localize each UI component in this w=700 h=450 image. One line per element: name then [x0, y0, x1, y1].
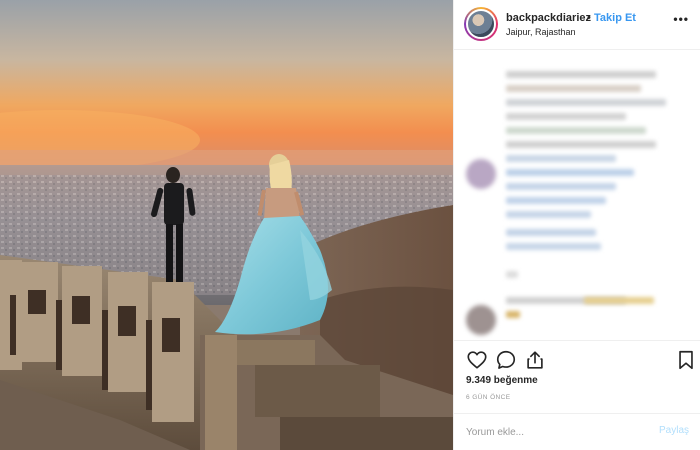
blurred-comments — [454, 51, 700, 341]
comment-bubble-icon[interactable] — [495, 349, 517, 371]
post-header: backpackdiariez • Takip Et Jaipur, Rajas… — [454, 0, 700, 50]
blurred-text — [506, 99, 666, 106]
comment-input[interactable] — [466, 424, 646, 440]
blurred-text — [506, 169, 634, 176]
more-dots-icon[interactable]: ••• — [673, 12, 689, 26]
likes-count[interactable]: 9.349 beğenme — [466, 375, 538, 386]
blurred-text — [506, 113, 626, 120]
heart-icon[interactable] — [466, 349, 488, 371]
blurred-text — [506, 211, 591, 218]
blurred-text — [506, 183, 616, 190]
post-timestamp: 6 GÜN ÖNCE — [466, 394, 511, 401]
post-comment-button[interactable]: Paylaş — [659, 425, 689, 436]
bookmark-icon[interactable] — [675, 349, 697, 371]
location-link[interactable]: Jaipur, Rajasthan — [506, 27, 576, 37]
separator-dot: • — [587, 12, 591, 24]
blurred-text — [506, 229, 596, 236]
blurred-text — [506, 311, 520, 318]
blurred-text — [506, 141, 656, 148]
blurred-avatar — [466, 159, 496, 189]
share-icon[interactable] — [524, 349, 546, 371]
blurred-text — [506, 71, 656, 78]
blurred-text — [506, 243, 601, 250]
blurred-text — [506, 127, 646, 134]
user-avatar[interactable] — [464, 7, 498, 41]
post-photo[interactable] — [0, 0, 453, 450]
blurred-text — [584, 297, 654, 304]
action-bar — [454, 340, 700, 380]
blurred-text — [506, 271, 518, 278]
post-side-panel: backpackdiariez • Takip Et Jaipur, Rajas… — [453, 0, 700, 450]
blurred-text — [506, 197, 606, 204]
comment-box: Paylaş — [454, 413, 700, 450]
blurred-avatar — [466, 305, 496, 335]
instagram-post: backpackdiariez • Takip Et Jaipur, Rajas… — [0, 0, 700, 450]
follow-button[interactable]: Takip Et — [594, 12, 636, 24]
blurred-text — [506, 155, 616, 162]
blurred-text — [506, 85, 641, 92]
username-link[interactable]: backpackdiariez — [506, 12, 591, 24]
post-photo-image — [0, 0, 453, 450]
